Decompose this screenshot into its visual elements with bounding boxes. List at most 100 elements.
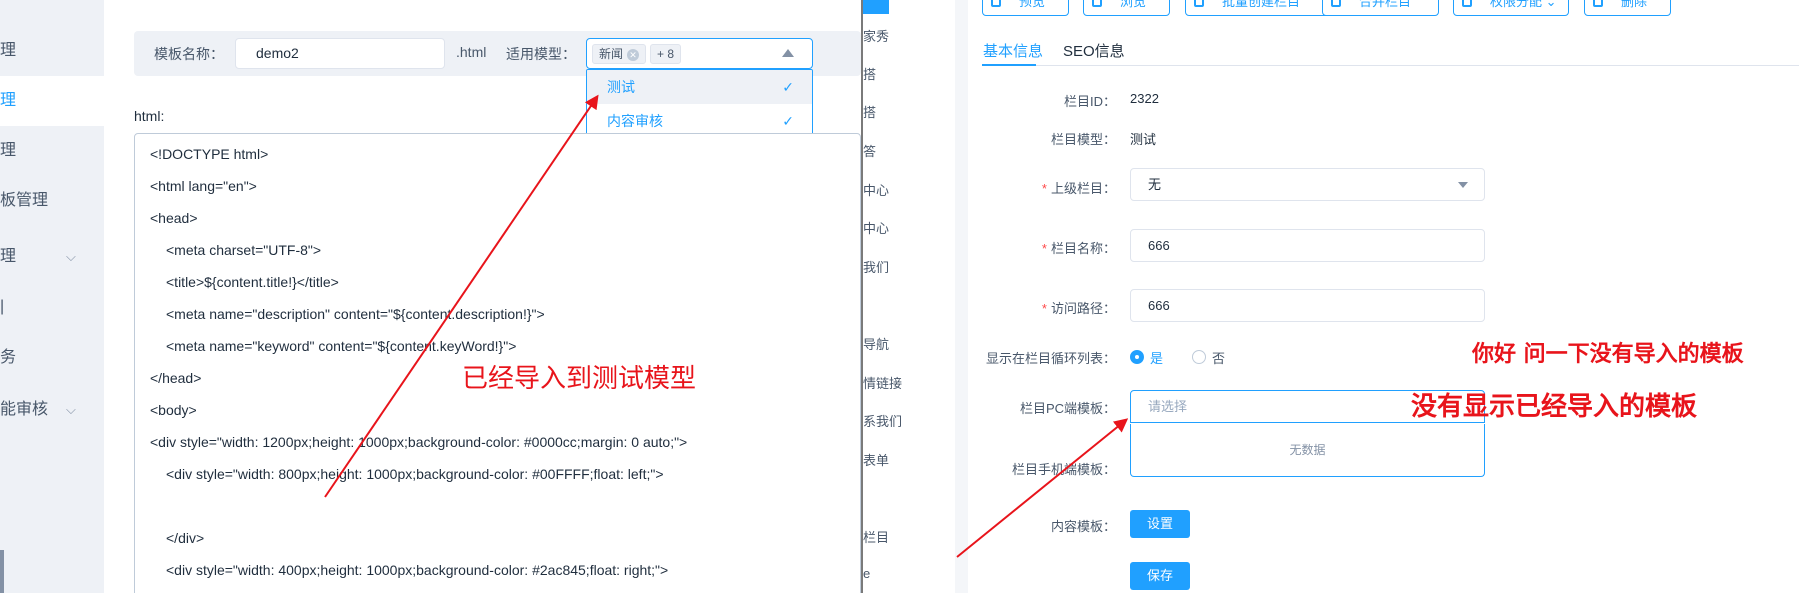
content-template-label: 内容模板： — [1050, 519, 1116, 534]
radio-no-label: 否 — [1212, 351, 1226, 366]
column-tree-item[interactable]: 家秀 — [863, 26, 889, 45]
show-in-loop-label: 显示在栏目循环列表： — [985, 351, 1116, 366]
dropdown-option-label: 内容审核 — [607, 113, 663, 129]
column-id-label: 栏目ID： — [1063, 94, 1116, 109]
trash-icon — [1593, 0, 1603, 7]
right-screenshot: 家秀搭搭答中心 中心 我们 导航 情链接 系我们 表单 栏目 e 预览 浏览 批量创建栏目 合并… — [863, 0, 1799, 593]
code-line: <!DOCTYPE html> — [150, 146, 269, 162]
preview-button[interactable]: 预览 — [982, 0, 1069, 16]
sidebar-item[interactable]: 能审核 ⌵ — [0, 385, 104, 435]
sidebar-item-label: 务 — [0, 349, 17, 366]
annotation-question-line1: 你好 问一下没有导入的模板 — [1472, 341, 1744, 367]
model-label: 适用模型： — [506, 46, 576, 62]
sidebar-item-label: 板管理 — [0, 192, 49, 209]
parent-column-label: * 上级栏目： — [1041, 181, 1116, 196]
dropdown-option-label: 测试 — [607, 79, 635, 95]
permissions-button[interactable]: 权限分配 ⌄ — [1453, 0, 1569, 16]
mobile-template-label: 栏目手机端模板： — [1011, 462, 1116, 477]
column-tree-item[interactable]: e — [863, 566, 870, 581]
column-tree-item[interactable]: 情链接 — [863, 373, 902, 392]
sidebar-item[interactable]: 务 — [0, 333, 104, 383]
column-tree-item[interactable]: 中心 — [863, 218, 889, 237]
sidebar-item-label: 能审核 — [0, 401, 49, 418]
column-tree-item[interactable]: 答 — [863, 141, 876, 160]
sidebar: 理 理 理 板管理 理 ⌵ | 务 能审核 ⌵ — [0, 0, 104, 593]
column-model-label: 栏目模型： — [1050, 132, 1116, 147]
sidebar-scroll-indicator — [0, 550, 4, 593]
caret-down-icon — [1458, 182, 1468, 188]
sidebar-item-label: 理 — [0, 92, 17, 109]
column-tree-item[interactable]: 栏目 — [863, 527, 889, 546]
chevron-down-icon: ⌵ — [66, 249, 76, 264]
code-line: <body> — [150, 402, 197, 418]
code-line: <title>${content.title!}</title> — [166, 274, 339, 290]
search-icon — [991, 0, 1001, 7]
tab-active-indicator — [982, 64, 1036, 66]
pc-template-empty-dropdown: 无数据 — [1130, 424, 1485, 477]
model-tag-more: + 8 — [650, 44, 682, 64]
sidebar-item[interactable]: 理 ⌵ — [0, 232, 104, 282]
template-ext-label: .html — [456, 44, 487, 60]
sidebar-item[interactable]: 理 — [0, 26, 104, 76]
sidebar-item-active[interactable]: 理 — [0, 76, 104, 126]
column-tree-item[interactable]: 导航 — [863, 334, 889, 353]
radio-no[interactable] — [1192, 350, 1206, 364]
template-editor: 模板名称： demo2 .html 适用模型： 新闻 ✕ + 8 测试 ✓ 内容审核 ✓… — [104, 0, 861, 593]
settings-button[interactable]: 设置 — [1130, 510, 1190, 538]
code-line: <html lang="en"> — [150, 178, 257, 194]
sidebar-item[interactable]: 板管理 — [0, 176, 104, 226]
column-tree-item[interactable]: 系我们 — [863, 411, 902, 430]
code-line: </head> — [150, 370, 202, 386]
code-line: <div style="width: 800px;height: 1000px;… — [166, 466, 664, 482]
save-button[interactable]: 保存 — [1130, 562, 1190, 590]
column-name-input[interactable]: 666 — [1130, 229, 1485, 262]
template-name-label: 模板名称： — [154, 46, 224, 62]
column-model-value: 测试 — [1130, 132, 1157, 147]
close-icon[interactable]: ✕ — [627, 49, 640, 61]
column-id-value: 2322 — [1130, 91, 1159, 106]
code-line: <meta name="description" content="${cont… — [166, 306, 545, 322]
chevron-down-icon: ⌵ — [66, 402, 76, 417]
code-line: </div> — [166, 530, 205, 546]
pc-template-label: 栏目PC端模板： — [1019, 401, 1116, 416]
lock-icon — [1462, 0, 1472, 7]
sidebar-item-label: 理 — [0, 248, 17, 265]
tab-seo[interactable]: SEO信息 — [1063, 40, 1125, 61]
sidebar-item-label: 理 — [0, 142, 17, 159]
code-line: <div style="width: 1200px;height: 1000px… — [150, 434, 688, 450]
model-multiselect[interactable]: 新闻 ✕ + 8 — [586, 38, 813, 69]
column-tree-item[interactable]: 搭 — [863, 64, 876, 83]
code-line: <meta charset="UTF-8"> — [166, 242, 322, 258]
delete-button[interactable]: 删除 — [1584, 0, 1671, 16]
column-tree-item[interactable]: 表单 — [863, 450, 889, 469]
model-tag-label: 新闻 — [599, 47, 624, 61]
merge-columns-button[interactable]: 合并栏目 — [1322, 0, 1439, 16]
tab-basic-info[interactable]: 基本信息 — [983, 40, 1043, 61]
column-tree-item[interactable]: 中心 — [863, 180, 889, 199]
access-path-input[interactable]: 666 — [1130, 289, 1485, 322]
parent-column-select[interactable]: 无 — [1130, 168, 1485, 201]
column-tree-item[interactable]: 我们 — [863, 257, 889, 276]
sidebar-item-label: | — [0, 298, 5, 315]
batch-create-button[interactable]: 批量创建栏目 — [1185, 0, 1335, 16]
annotation-question-line2: 没有显示已经导入的模板 — [1411, 392, 1698, 422]
column-tree-item[interactable]: 搭 — [863, 102, 876, 121]
sidebar-item[interactable]: 理 — [0, 126, 104, 176]
dropdown-option[interactable]: 测试 ✓ — [587, 70, 812, 104]
merge-icon — [1331, 0, 1341, 7]
column-tree-scrollbar[interactable] — [955, 0, 968, 593]
radio-yes[interactable] — [1130, 350, 1144, 364]
radio-yes-label: 是 — [1150, 351, 1164, 366]
sidebar-item-label: 理 — [0, 42, 17, 59]
access-path-label: * 访问路径： — [1041, 301, 1116, 316]
model-tag: 新闻 ✕ — [592, 44, 647, 64]
chevron-down-icon: ⌄ — [1542, 0, 1557, 9]
browse-button[interactable]: 浏览 — [1083, 0, 1170, 16]
plus-icon — [1194, 0, 1204, 7]
column-tree: 家秀搭搭答中心 中心 我们 导航 情链接 系我们 表单 栏目 e — [863, 0, 955, 593]
code-line: <div style="width: 400px;height: 1000px;… — [166, 562, 669, 578]
caret-up-icon — [782, 49, 794, 57]
sidebar-item[interactable]: | — [0, 282, 104, 332]
template-name-input[interactable]: demo2 — [235, 38, 445, 69]
left-screenshot: 理 理 理 板管理 理 ⌵ | 务 能审核 ⌵ 模板名称： demo2 .html … — [0, 0, 861, 593]
